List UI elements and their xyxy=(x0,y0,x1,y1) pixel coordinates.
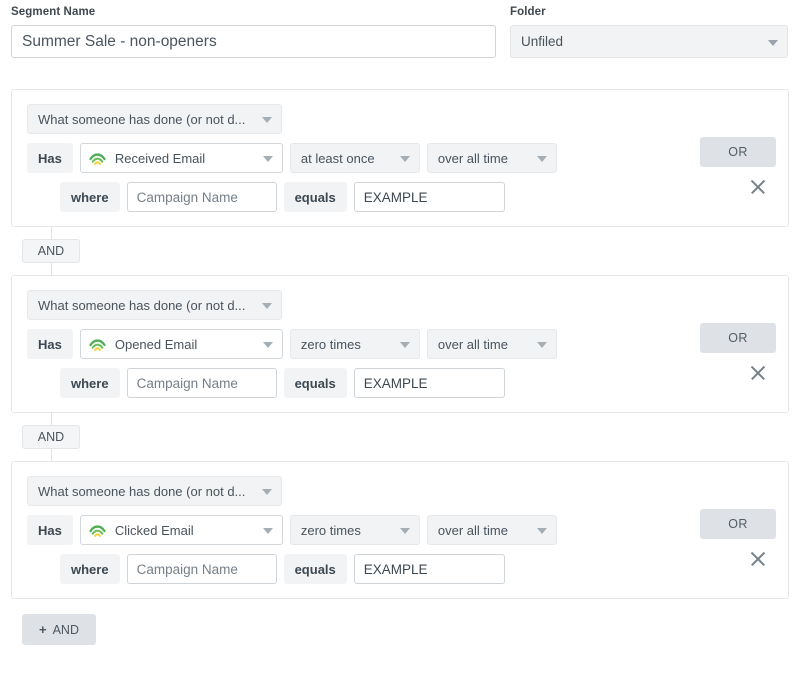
remove-condition-icon[interactable] xyxy=(748,549,768,569)
timeframe-select-value: over all time xyxy=(438,151,508,166)
and-operator-chip[interactable]: AND xyxy=(22,239,80,263)
chevron-down-icon xyxy=(262,117,272,123)
condition-group: What someone has done (or not d... Has C… xyxy=(11,461,789,599)
add-and-group-button[interactable]: + AND xyxy=(22,614,96,645)
condition-kind-select[interactable]: What someone has done (or not d... xyxy=(27,104,282,134)
mailchimp-signal-icon xyxy=(87,148,108,169)
timeframe-select-value: over all time xyxy=(438,337,508,352)
and-connector: AND xyxy=(11,227,789,275)
event-select-value: Received Email xyxy=(115,151,205,166)
field-value-input[interactable] xyxy=(354,368,505,398)
plus-icon: + xyxy=(39,623,47,636)
segment-condition-builder: What someone has done (or not d... Has R… xyxy=(0,89,800,645)
field-name-input[interactable] xyxy=(127,554,277,584)
field-name-input[interactable] xyxy=(127,182,277,212)
add-or-condition-button[interactable]: OR xyxy=(700,137,776,167)
segment-name-group: Segment Name xyxy=(11,6,496,58)
chevron-down-icon xyxy=(768,40,778,46)
condition-kind-row: What someone has done (or not d... xyxy=(27,476,776,506)
and-connector: AND xyxy=(11,413,789,461)
remove-condition-icon[interactable] xyxy=(748,363,768,383)
folder-label: Folder xyxy=(510,6,788,18)
has-label: Has xyxy=(27,515,73,545)
add-or-condition-button[interactable]: OR xyxy=(700,509,776,539)
frequency-select[interactable]: zero times xyxy=(290,329,420,359)
chevron-down-icon xyxy=(400,528,410,534)
segment-form-header: Segment Name Folder Unfiled xyxy=(0,0,800,58)
chevron-down-icon xyxy=(537,528,547,534)
mailchimp-signal-icon xyxy=(87,520,108,541)
where-label: where xyxy=(60,554,120,584)
has-label: Has xyxy=(27,329,73,359)
condition-kind-select[interactable]: What someone has done (or not d... xyxy=(27,476,282,506)
field-name-input[interactable] xyxy=(127,368,277,398)
add-or-condition-button[interactable]: OR xyxy=(700,323,776,353)
event-select[interactable]: Clicked Email xyxy=(80,515,283,545)
condition-group: What someone has done (or not d... Has R… xyxy=(11,89,789,227)
condition-kind-row: What someone has done (or not d... xyxy=(27,104,776,134)
chevron-down-icon xyxy=(262,303,272,309)
condition-kind-row: What someone has done (or not d... xyxy=(27,290,776,320)
folder-select-value: Unfiled xyxy=(521,34,563,49)
folder-select[interactable]: Unfiled xyxy=(510,25,788,58)
folder-group: Folder Unfiled xyxy=(510,6,788,58)
timeframe-select[interactable]: over all time xyxy=(427,515,557,545)
timeframe-select[interactable]: over all time xyxy=(427,143,557,173)
operator-label: equals xyxy=(284,182,347,212)
event-select[interactable]: Opened Email xyxy=(80,329,283,359)
chevron-down-icon xyxy=(537,156,547,162)
where-label: where xyxy=(60,182,120,212)
field-value-input[interactable] xyxy=(354,554,505,584)
condition-kind-select[interactable]: What someone has done (or not d... xyxy=(27,290,282,320)
timeframe-select[interactable]: over all time xyxy=(427,329,557,359)
event-select-value: Opened Email xyxy=(115,337,197,352)
remove-condition-icon[interactable] xyxy=(748,177,768,197)
chevron-down-icon xyxy=(263,156,273,162)
field-value-input[interactable] xyxy=(354,182,505,212)
condition-where-row: where equals xyxy=(27,368,776,398)
condition-kind-value: What someone has done (or not d... xyxy=(38,112,245,127)
chevron-down-icon xyxy=(400,342,410,348)
segment-name-label: Segment Name xyxy=(11,6,496,18)
operator-label: equals xyxy=(284,554,347,584)
frequency-select-value: zero times xyxy=(301,337,361,352)
mailchimp-signal-icon xyxy=(87,334,108,355)
segment-name-input[interactable] xyxy=(11,25,496,58)
frequency-select[interactable]: zero times xyxy=(290,515,420,545)
condition-where-row: where equals xyxy=(27,554,776,584)
chevron-down-icon xyxy=(263,342,273,348)
event-select-value: Clicked Email xyxy=(115,523,194,538)
chevron-down-icon xyxy=(263,528,273,534)
has-label: Has xyxy=(27,143,73,173)
timeframe-select-value: over all time xyxy=(438,523,508,538)
condition-kind-value: What someone has done (or not d... xyxy=(38,484,245,499)
chevron-down-icon xyxy=(262,489,272,495)
chevron-down-icon xyxy=(400,156,410,162)
frequency-select[interactable]: at least once xyxy=(290,143,420,173)
condition-main-row: Has Received Email at least once over al xyxy=(27,143,776,173)
add-and-group-label: AND xyxy=(53,623,79,637)
event-select[interactable]: Received Email xyxy=(80,143,283,173)
frequency-select-value: zero times xyxy=(301,523,361,538)
condition-main-row: Has Clicked Email zero times over all ti xyxy=(27,515,776,545)
condition-main-row: Has Opened Email zero times over all tim xyxy=(27,329,776,359)
operator-label: equals xyxy=(284,368,347,398)
condition-kind-value: What someone has done (or not d... xyxy=(38,298,245,313)
where-label: where xyxy=(60,368,120,398)
frequency-select-value: at least once xyxy=(301,151,375,166)
chevron-down-icon xyxy=(537,342,547,348)
condition-where-row: where equals xyxy=(27,182,776,212)
and-operator-chip[interactable]: AND xyxy=(22,425,80,449)
condition-group: What someone has done (or not d... Has O… xyxy=(11,275,789,413)
